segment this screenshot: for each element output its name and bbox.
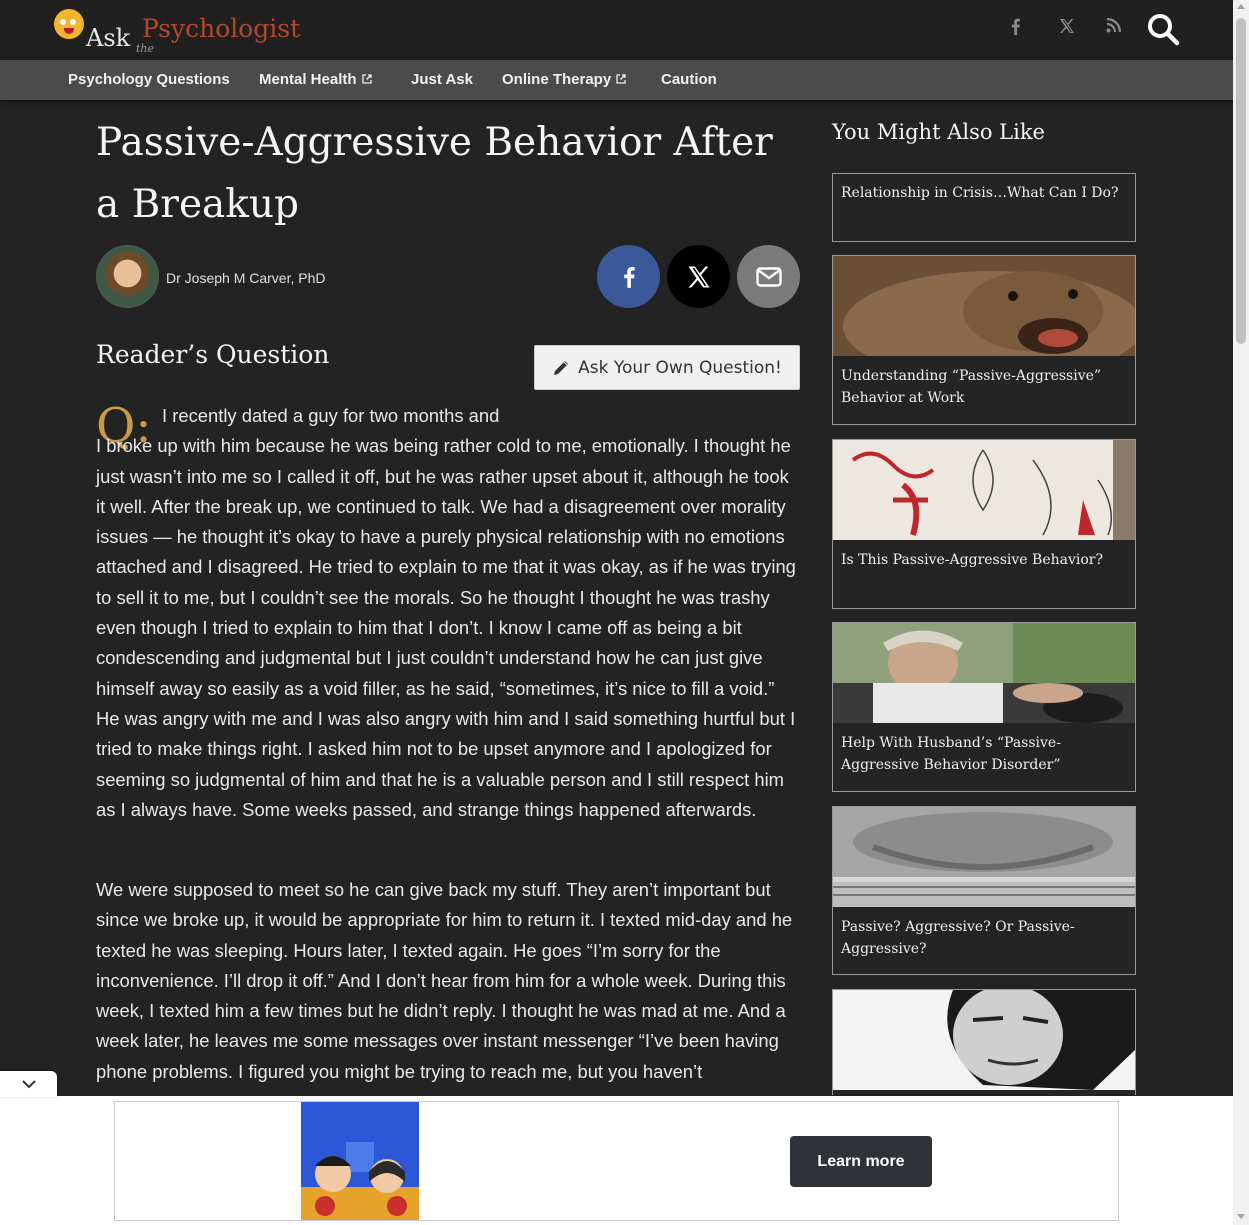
- related-card-title: Passive? Aggressive? Or Passive-Aggressi…: [841, 919, 1075, 957]
- logo-mascot-icon: [54, 9, 84, 39]
- ad-image[interactable]: [301, 1102, 419, 1220]
- scroll-down-arrow-icon[interactable]: [1237, 1214, 1245, 1219]
- ad-collapse-button[interactable]: [0, 1071, 57, 1097]
- section-heading: Reader’s Question: [96, 340, 330, 369]
- question-paragraph-1: I recently dated a guy for two months an…: [96, 401, 801, 825]
- question-first-line: I recently dated a guy for two months an…: [162, 405, 500, 426]
- author-name[interactable]: Dr Joseph M Carver, PhD: [166, 270, 326, 286]
- logo-psychologist-text: Psychologist: [142, 14, 301, 43]
- nav-just-ask[interactable]: Just Ask: [411, 71, 473, 88]
- pencil-icon: [554, 360, 569, 375]
- ask-question-label: Ask Your Own Question!: [578, 357, 782, 378]
- related-card-title: Relationship in Crisis…What Can I Do?: [841, 185, 1119, 201]
- angry-driver-image: [833, 623, 1135, 723]
- page-scrollbar[interactable]: [1233, 0, 1249, 1225]
- site-logo[interactable]: Ask the Psychologist: [52, 8, 312, 58]
- question-body: I broke up with him because he was being…: [96, 435, 796, 820]
- related-card-title: Understanding “Passive-Aggressive” Behav…: [841, 368, 1102, 406]
- chevron-down-icon: [21, 1080, 36, 1089]
- share-facebook-button[interactable]: [597, 245, 660, 308]
- share-email-button[interactable]: [737, 245, 800, 308]
- question-paragraph-2: We were supposed to meet so he can give …: [96, 879, 793, 1082]
- related-card-title: Is This Passive-Aggressive Behavior?: [841, 552, 1103, 568]
- ad-learn-more-button[interactable]: Learn more: [790, 1136, 932, 1187]
- article-title: Passive-Aggressive Behavior After a Brea…: [96, 120, 773, 227]
- external-link-icon: [361, 74, 372, 84]
- facebook-icon[interactable]: [1010, 18, 1021, 40]
- nav-psychology-questions[interactable]: Psychology Questions: [68, 71, 230, 88]
- nav-caution[interactable]: Caution: [661, 71, 717, 88]
- red-drawing-image: [833, 440, 1135, 540]
- related-card[interactable]: Relationship in Crisis…What Can I Do?: [832, 173, 1136, 242]
- scroll-thumb[interactable]: [1236, 18, 1246, 344]
- related-card-title: Help With Husband’s “Passive-Aggressive …: [841, 735, 1061, 773]
- x-icon: [688, 266, 709, 287]
- scroll-up-arrow-icon[interactable]: [1237, 4, 1245, 9]
- crossed-arms-image: [833, 807, 1135, 907]
- facebook-icon: [623, 266, 635, 288]
- ad-frame[interactable]: [114, 1101, 1119, 1221]
- related-card[interactable]: [832, 989, 1136, 1095]
- logo-ask-text: Ask: [86, 24, 131, 52]
- related-card[interactable]: Passive? Aggressive? Or Passive-Aggressi…: [832, 806, 1136, 975]
- author-avatar: [96, 245, 159, 308]
- man-face-bw-image: [833, 990, 1135, 1090]
- related-card[interactable]: Is This Passive-Aggressive Behavior?: [832, 439, 1136, 609]
- logo-the-text: the: [136, 42, 155, 55]
- envelope-icon: [755, 266, 782, 287]
- nav-online-therapy[interactable]: Online Therapy: [502, 71, 626, 88]
- ask-question-button[interactable]: Ask Your Own Question!: [534, 345, 800, 390]
- external-link-icon: [616, 74, 626, 84]
- search-icon[interactable]: [1146, 12, 1180, 46]
- site-header: Ask the Psychologist: [0, 0, 1233, 60]
- sidebar-heading: You Might Also Like: [832, 120, 1045, 144]
- sea-lion-image: [833, 256, 1135, 356]
- rss-icon[interactable]: [1106, 17, 1122, 38]
- main-nav: Psychology Questions Mental Health Just …: [0, 60, 1233, 100]
- x-icon[interactable]: [1059, 18, 1075, 39]
- share-x-button[interactable]: [667, 245, 730, 308]
- related-card[interactable]: Understanding “Passive-Aggressive” Behav…: [832, 255, 1136, 425]
- nav-mental-health[interactable]: Mental Health: [259, 71, 372, 88]
- related-card[interactable]: Help With Husband’s “Passive-Aggressive …: [832, 622, 1136, 792]
